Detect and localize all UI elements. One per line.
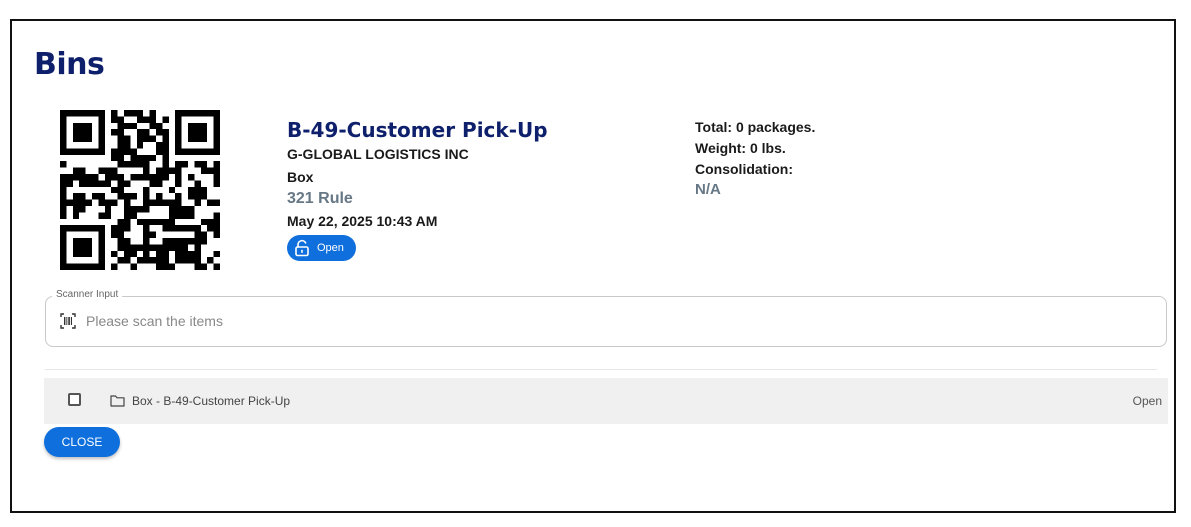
scanner-label: Scanner Input	[52, 288, 123, 302]
bins-dialog: Bins B-49-Customer Pick-Up G-GLOBAL LOGI…	[10, 19, 1176, 513]
divider	[45, 369, 1157, 370]
item-checkbox[interactable]	[68, 393, 81, 406]
item-status: Open	[1132, 394, 1162, 408]
company-name: G-GLOBAL LOGISTICS INC	[287, 146, 469, 162]
scanner-input-field[interactable]: Scanner Input	[45, 288, 1167, 347]
total-weight: Weight: 0 lbs.	[695, 140, 786, 156]
bin-stats: Total: 0 packages. Weight: 0 lbs. Consol…	[695, 118, 815, 199]
status-chip[interactable]: Open	[287, 235, 356, 261]
bin-info: B-49-Customer Pick-Up G-GLOBAL LOGISTICS…	[287, 117, 548, 262]
qr-code-icon	[60, 110, 220, 270]
total-packages: Total: 0 packages.	[695, 119, 816, 135]
bin-rule: 321 Rule	[287, 190, 353, 207]
bin-type: Box	[287, 169, 314, 185]
consolidation-value: N/A	[695, 181, 721, 198]
folder-icon	[110, 395, 125, 407]
bin-datetime: May 22, 2025 10:43 AM	[287, 213, 438, 229]
status-chip-label: Open	[317, 242, 344, 254]
close-button[interactable]: CLOSE	[44, 427, 120, 457]
scan-input[interactable]	[86, 311, 1146, 331]
barcode-scan-icon	[60, 313, 76, 329]
list-item[interactable]: Box - B-49-Customer Pick-Up Open	[44, 378, 1168, 424]
item-label: Box - B-49-Customer Pick-Up	[132, 394, 291, 408]
page-title: Bins	[34, 47, 105, 82]
consolidation-label: Consolidation:	[695, 161, 793, 177]
unlock-icon	[295, 239, 309, 257]
bin-name: B-49-Customer Pick-Up	[287, 118, 548, 142]
